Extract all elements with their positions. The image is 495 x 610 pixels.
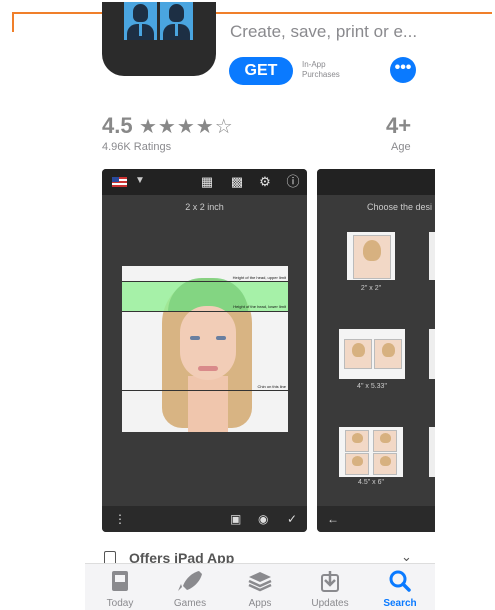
star-rating-icon: ★★★★☆ [139,116,234,138]
size-option-thumbnail [347,232,395,280]
in-app-purchases-note: In-App Purchases [302,60,362,80]
rocket-icon [178,571,202,591]
gallery-icon: ▣ [230,512,242,526]
search-icon [389,570,411,592]
tab-bar: Today Games Apps Updates Search [85,563,435,610]
guide-chin-label: Chin on this line [257,384,286,389]
size-option-label: 2" x 2" [360,285,382,292]
tab-label: Updates [311,598,349,609]
layers-icon [248,572,272,592]
guide-upper-label: Height of the head, upper limit [232,275,286,280]
tab-apps[interactable]: Apps [225,564,295,610]
camera-icon: ◉ [258,512,269,526]
age-rating: 4+ [386,113,412,138]
portrait-icon [160,2,193,40]
size-option-thumbnail [339,427,403,477]
screenshot-toolbar [317,169,435,195]
app-icon [102,2,216,76]
today-icon [112,571,128,591]
next-card-edge [429,427,435,477]
more-vertical-icon: ⋮ [114,512,126,526]
photo-size-label: 2 x 2 inch [185,202,224,212]
more-options-button[interactable]: ••• [390,57,416,83]
tab-label: Search [383,598,417,609]
tab-label: Games [173,598,207,609]
id-card-icon: ▩ [230,174,244,189]
message-icon: ▦ [200,174,214,189]
tab-label: Today [106,598,134,609]
download-icon [321,571,339,592]
gear-icon: ⚙ [259,174,271,189]
choose-size-heading: Choose the desi [367,202,433,212]
portrait-icon [124,2,157,40]
guide-lower-label: Height of the head, lower limit [233,304,286,309]
get-button[interactable]: GET [229,57,293,85]
app-subtitle: Create, save, print or e... [230,22,418,41]
next-card-edge [429,329,435,379]
iap-line: Purchases [302,70,340,79]
tab-games[interactable]: Games [155,564,225,610]
annotation-bracket-edge [12,12,14,32]
back-arrow-icon: ← [327,512,339,526]
us-flag-icon [112,177,127,187]
age-label: Age [391,141,411,153]
check-icon: ✓ [287,512,298,526]
tab-today[interactable]: Today [85,564,155,610]
screenshot-bottom-bar: ⋮ ▣ ◉ ✓ [102,506,307,532]
tab-label: Apps [248,598,272,609]
tab-search[interactable]: Search [365,564,435,610]
info-icon: ⓘ [286,174,300,189]
ratings-count: 4.96K Ratings [102,141,172,153]
tab-updates[interactable]: Updates [295,564,365,610]
rating-score: 4.5 [102,113,133,138]
screenshot-2[interactable]: Choose the desi 2" x 2" 4" x 5.33" 4.5" … [317,169,435,532]
screenshot-1[interactable]: ▼ ▦ ▩ ⚙ ⓘ 2 x 2 inch Height of the head,… [102,169,307,532]
screenshot-bottom-bar: ← [317,506,435,532]
size-option-thumbnail [339,329,405,379]
screenshot-toolbar: ▼ ▦ ▩ ⚙ ⓘ [102,169,307,195]
iap-line: In-App [302,60,326,69]
annotation-bracket [12,12,492,14]
chevron-down-icon: ▼ [135,175,145,186]
size-option-label: 4" x 5.33" [357,383,387,390]
passport-photo-preview: Height of the head, upper limit Height o… [122,266,288,432]
size-option-label: 4.5" x 6" [358,479,384,486]
next-card-edge [429,232,435,280]
